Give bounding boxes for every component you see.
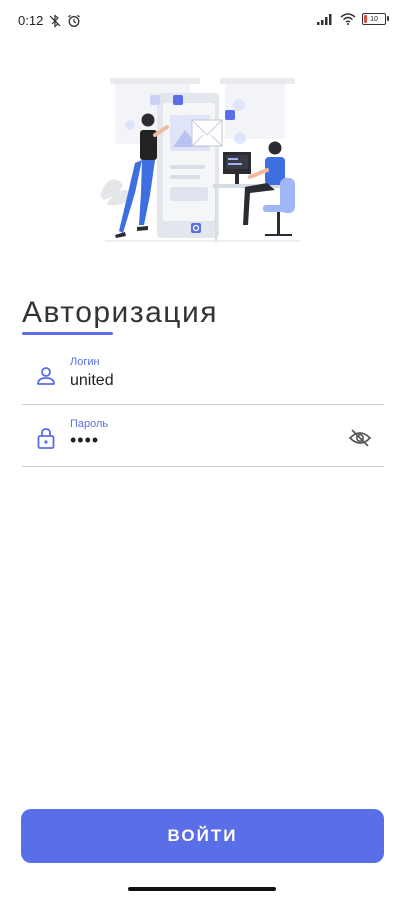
bluetooth-off-icon: [49, 13, 61, 28]
status-right: 10: [316, 13, 389, 25]
alarm-icon: [68, 14, 81, 27]
home-indicator[interactable]: [128, 887, 276, 891]
password-label: Пароль: [70, 418, 109, 430]
password-field[interactable]: Пароль ••••: [22, 406, 384, 467]
page-title: Авторизация: [22, 296, 218, 329]
battery-level: 10: [370, 15, 378, 23]
status-left: 0:12: [18, 13, 81, 28]
user-icon: [37, 367, 55, 385]
login-field[interactable]: Логин united: [22, 344, 384, 405]
eye-off-icon[interactable]: [348, 428, 372, 448]
status-time: 0:12: [18, 13, 44, 28]
lock-icon: [37, 428, 55, 449]
title-underline: [22, 332, 113, 335]
signal-icon: [317, 14, 332, 25]
status-bar: 0:12 10: [0, 0, 404, 40]
login-screen: 0:12 10 Авторизация Логин united Пароль …: [0, 0, 404, 900]
wifi-icon: [340, 13, 356, 25]
login-button[interactable]: ВОЙТИ: [21, 809, 384, 863]
login-label: Логин: [70, 356, 100, 368]
login-input[interactable]: united: [70, 372, 114, 390]
login-illustration: [100, 78, 300, 243]
battery-icon: 10: [362, 13, 389, 25]
password-input[interactable]: ••••: [70, 430, 99, 451]
